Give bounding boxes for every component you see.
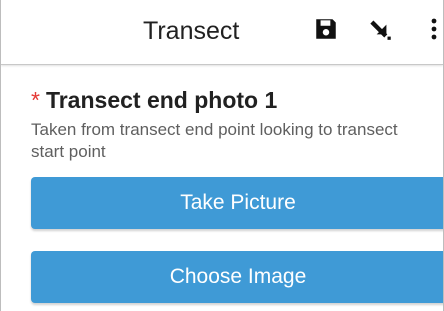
take-picture-button[interactable]: Take Picture [31, 177, 443, 229]
question-title-text: Transect end photo 1 [45, 87, 278, 113]
save-button[interactable] [309, 14, 343, 48]
collapse-button[interactable] [364, 14, 398, 48]
required-marker: * [31, 87, 40, 113]
vertical-ellipsis-icon [430, 17, 438, 46]
save-icon [313, 16, 339, 47]
page-title: Transect [143, 17, 240, 45]
app-bar: Transect [1, 0, 443, 65]
form-screen: Transect * Transect end photo 1 Taken fr… [0, 0, 444, 311]
choose-image-button[interactable]: Choose Image [31, 251, 443, 303]
arrow-down-right-icon [368, 16, 394, 47]
question-title: * Transect end photo 1 [31, 86, 277, 114]
more-options-button[interactable] [423, 14, 443, 48]
question-hint: Taken from transect end point looking to… [31, 120, 398, 161]
